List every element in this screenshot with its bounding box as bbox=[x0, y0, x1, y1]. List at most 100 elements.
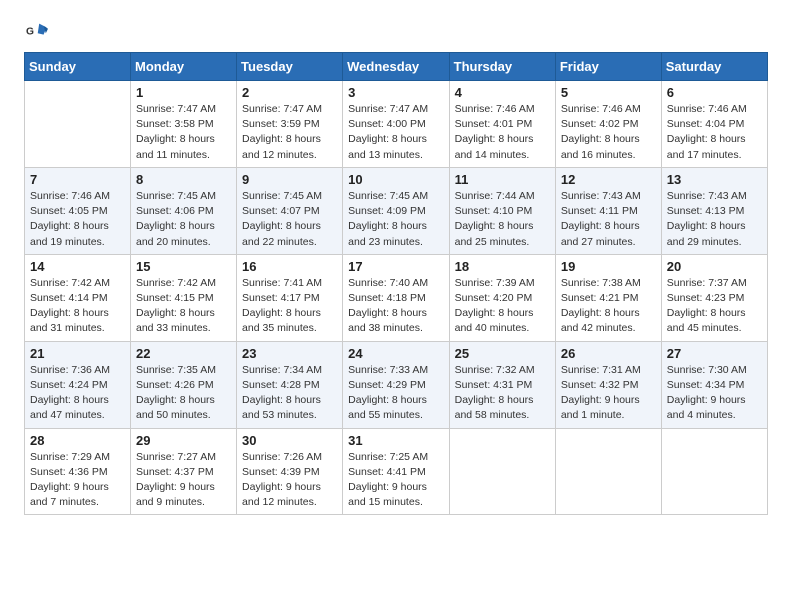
day-info: Sunrise: 7:29 AM Sunset: 4:36 PM Dayligh… bbox=[30, 450, 125, 511]
col-header-tuesday: Tuesday bbox=[237, 53, 343, 81]
calendar-cell: 27 Sunrise: 7:30 AM Sunset: 4:34 PM Dayli… bbox=[661, 341, 767, 428]
week-row-4: 21 Sunrise: 7:36 AM Sunset: 4:24 PM Dayli… bbox=[25, 341, 768, 428]
col-header-wednesday: Wednesday bbox=[343, 53, 449, 81]
day-number: 29 bbox=[136, 433, 231, 448]
calendar-cell: 29Sunrise: 7:27 AM Sunset: 4:37 PM Dayli… bbox=[131, 428, 237, 515]
day-number: 27 bbox=[667, 346, 762, 361]
day-number: 15 bbox=[136, 259, 231, 274]
day-number: 21 bbox=[30, 346, 125, 361]
day-number: 1 bbox=[136, 85, 231, 100]
day-number: 22 bbox=[136, 346, 231, 361]
day-info: Sunrise: 7:35 AM Sunset: 4:26 PM Dayligh… bbox=[136, 363, 231, 424]
day-number: 9 bbox=[242, 172, 337, 187]
day-info: Sunrise: 7:46 AM Sunset: 4:01 PM Dayligh… bbox=[455, 102, 550, 163]
day-info: Sunrise: 7:38 AM Sunset: 4:21 PM Dayligh… bbox=[561, 276, 656, 337]
day-number: 31 bbox=[348, 433, 443, 448]
calendar-cell: 1 Sunrise: 7:47 AM Sunset: 3:58 PM Daylig… bbox=[131, 81, 237, 168]
col-header-monday: Monday bbox=[131, 53, 237, 81]
calendar-cell: 31 Sunrise: 7:25 AM Sunset: 4:41 PM Dayli… bbox=[343, 428, 449, 515]
calendar-cell: 9 Sunrise: 7:45 AM Sunset: 4:07 PM Daylig… bbox=[237, 167, 343, 254]
calendar-cell: 16 Sunrise: 7:41 AM Sunset: 4:17 PM Dayli… bbox=[237, 254, 343, 341]
day-info: Sunrise: 7:47 AM Sunset: 3:59 PM Dayligh… bbox=[242, 102, 337, 163]
day-info: Sunrise: 7:45 AM Sunset: 4:09 PM Dayligh… bbox=[348, 189, 443, 250]
day-info: Sunrise: 7:47 AM Sunset: 4:00 PM Dayligh… bbox=[348, 102, 443, 163]
header: G bbox=[24, 20, 768, 42]
day-info: Sunrise: 7:45 AM Sunset: 4:06 PM Dayligh… bbox=[136, 189, 231, 250]
calendar-cell: 22 Sunrise: 7:35 AM Sunset: 4:26 PM Dayli… bbox=[131, 341, 237, 428]
day-info: Sunrise: 7:47 AM Sunset: 3:58 PM Dayligh… bbox=[136, 102, 231, 163]
week-row-1: 1 Sunrise: 7:47 AM Sunset: 3:58 PM Daylig… bbox=[25, 81, 768, 168]
day-info: Sunrise: 7:43 AM Sunset: 4:11 PM Dayligh… bbox=[561, 189, 656, 250]
day-number: 28 bbox=[30, 433, 125, 448]
day-number: 18 bbox=[455, 259, 550, 274]
calendar-cell: 18 Sunrise: 7:39 AM Sunset: 4:20 PM Dayli… bbox=[449, 254, 555, 341]
day-info: Sunrise: 7:41 AM Sunset: 4:17 PM Dayligh… bbox=[242, 276, 337, 337]
logo: G bbox=[24, 20, 50, 42]
day-number: 25 bbox=[455, 346, 550, 361]
day-info: Sunrise: 7:45 AM Sunset: 4:07 PM Dayligh… bbox=[242, 189, 337, 250]
calendar-cell bbox=[661, 428, 767, 515]
day-info: Sunrise: 7:30 AM Sunset: 4:34 PM Dayligh… bbox=[667, 363, 762, 424]
calendar-cell bbox=[449, 428, 555, 515]
day-info: Sunrise: 7:42 AM Sunset: 4:14 PM Dayligh… bbox=[30, 276, 125, 337]
day-info: Sunrise: 7:34 AM Sunset: 4:28 PM Dayligh… bbox=[242, 363, 337, 424]
day-number: 7 bbox=[30, 172, 125, 187]
day-info: Sunrise: 7:39 AM Sunset: 4:20 PM Dayligh… bbox=[455, 276, 550, 337]
calendar-cell: 2 Sunrise: 7:47 AM Sunset: 3:59 PM Daylig… bbox=[237, 81, 343, 168]
calendar-cell: 8 Sunrise: 7:45 AM Sunset: 4:06 PM Daylig… bbox=[131, 167, 237, 254]
day-number: 30 bbox=[242, 433, 337, 448]
day-info: Sunrise: 7:33 AM Sunset: 4:29 PM Dayligh… bbox=[348, 363, 443, 424]
calendar-cell: 14 Sunrise: 7:42 AM Sunset: 4:14 PM Dayli… bbox=[25, 254, 131, 341]
calendar-cell: 30 Sunrise: 7:26 AM Sunset: 4:39 PM Dayli… bbox=[237, 428, 343, 515]
day-number: 3 bbox=[348, 85, 443, 100]
day-number: 19 bbox=[561, 259, 656, 274]
calendar-cell: 15Sunrise: 7:42 AM Sunset: 4:15 PM Dayli… bbox=[131, 254, 237, 341]
svg-text:G: G bbox=[26, 27, 34, 38]
calendar-cell: 13 Sunrise: 7:43 AM Sunset: 4:13 PM Dayli… bbox=[661, 167, 767, 254]
calendar-cell: 25 Sunrise: 7:32 AM Sunset: 4:31 PM Dayli… bbox=[449, 341, 555, 428]
day-number: 24 bbox=[348, 346, 443, 361]
week-row-2: 7 Sunrise: 7:46 AM Sunset: 4:05 PM Daylig… bbox=[25, 167, 768, 254]
calendar-cell: 26 Sunrise: 7:31 AM Sunset: 4:32 PM Dayli… bbox=[555, 341, 661, 428]
day-info: Sunrise: 7:46 AM Sunset: 4:02 PM Dayligh… bbox=[561, 102, 656, 163]
col-header-friday: Friday bbox=[555, 53, 661, 81]
calendar-cell: 6Sunrise: 7:46 AM Sunset: 4:04 PM Daylig… bbox=[661, 81, 767, 168]
calendar-cell: 3 Sunrise: 7:47 AM Sunset: 4:00 PM Daylig… bbox=[343, 81, 449, 168]
calendar-table: SundayMondayTuesdayWednesdayThursdayFrid… bbox=[24, 52, 768, 515]
day-number: 16 bbox=[242, 259, 337, 274]
day-info: Sunrise: 7:32 AM Sunset: 4:31 PM Dayligh… bbox=[455, 363, 550, 424]
day-info: Sunrise: 7:26 AM Sunset: 4:39 PM Dayligh… bbox=[242, 450, 337, 511]
week-row-5: 28 Sunrise: 7:29 AM Sunset: 4:36 PM Dayli… bbox=[25, 428, 768, 515]
calendar-cell: 20Sunrise: 7:37 AM Sunset: 4:23 PM Dayli… bbox=[661, 254, 767, 341]
day-info: Sunrise: 7:46 AM Sunset: 4:05 PM Dayligh… bbox=[30, 189, 125, 250]
day-number: 11 bbox=[455, 172, 550, 187]
day-info: Sunrise: 7:31 AM Sunset: 4:32 PM Dayligh… bbox=[561, 363, 656, 424]
day-info: Sunrise: 7:25 AM Sunset: 4:41 PM Dayligh… bbox=[348, 450, 443, 511]
day-info: Sunrise: 7:44 AM Sunset: 4:10 PM Dayligh… bbox=[455, 189, 550, 250]
day-number: 13 bbox=[667, 172, 762, 187]
day-number: 14 bbox=[30, 259, 125, 274]
day-number: 17 bbox=[348, 259, 443, 274]
calendar-cell: 12Sunrise: 7:43 AM Sunset: 4:11 PM Dayli… bbox=[555, 167, 661, 254]
day-number: 6 bbox=[667, 85, 762, 100]
day-number: 8 bbox=[136, 172, 231, 187]
day-number: 5 bbox=[561, 85, 656, 100]
day-number: 20 bbox=[667, 259, 762, 274]
calendar-cell: 24 Sunrise: 7:33 AM Sunset: 4:29 PM Dayli… bbox=[343, 341, 449, 428]
calendar-cell bbox=[555, 428, 661, 515]
col-header-saturday: Saturday bbox=[661, 53, 767, 81]
calendar-cell: 11 Sunrise: 7:44 AM Sunset: 4:10 PM Dayli… bbox=[449, 167, 555, 254]
calendar-cell: 4Sunrise: 7:46 AM Sunset: 4:01 PM Daylig… bbox=[449, 81, 555, 168]
week-row-3: 14 Sunrise: 7:42 AM Sunset: 4:14 PM Dayli… bbox=[25, 254, 768, 341]
calendar-cell: 5 Sunrise: 7:46 AM Sunset: 4:02 PM Daylig… bbox=[555, 81, 661, 168]
calendar-cell bbox=[25, 81, 131, 168]
day-number: 26 bbox=[561, 346, 656, 361]
day-number: 2 bbox=[242, 85, 337, 100]
calendar-cell: 7 Sunrise: 7:46 AM Sunset: 4:05 PM Daylig… bbox=[25, 167, 131, 254]
day-info: Sunrise: 7:36 AM Sunset: 4:24 PM Dayligh… bbox=[30, 363, 125, 424]
calendar-cell: 28 Sunrise: 7:29 AM Sunset: 4:36 PM Dayli… bbox=[25, 428, 131, 515]
calendar-cell: 23Sunrise: 7:34 AM Sunset: 4:28 PM Dayli… bbox=[237, 341, 343, 428]
day-info: Sunrise: 7:43 AM Sunset: 4:13 PM Dayligh… bbox=[667, 189, 762, 250]
calendar-cell: 21 Sunrise: 7:36 AM Sunset: 4:24 PM Dayli… bbox=[25, 341, 131, 428]
logo-icon: G bbox=[26, 20, 48, 42]
